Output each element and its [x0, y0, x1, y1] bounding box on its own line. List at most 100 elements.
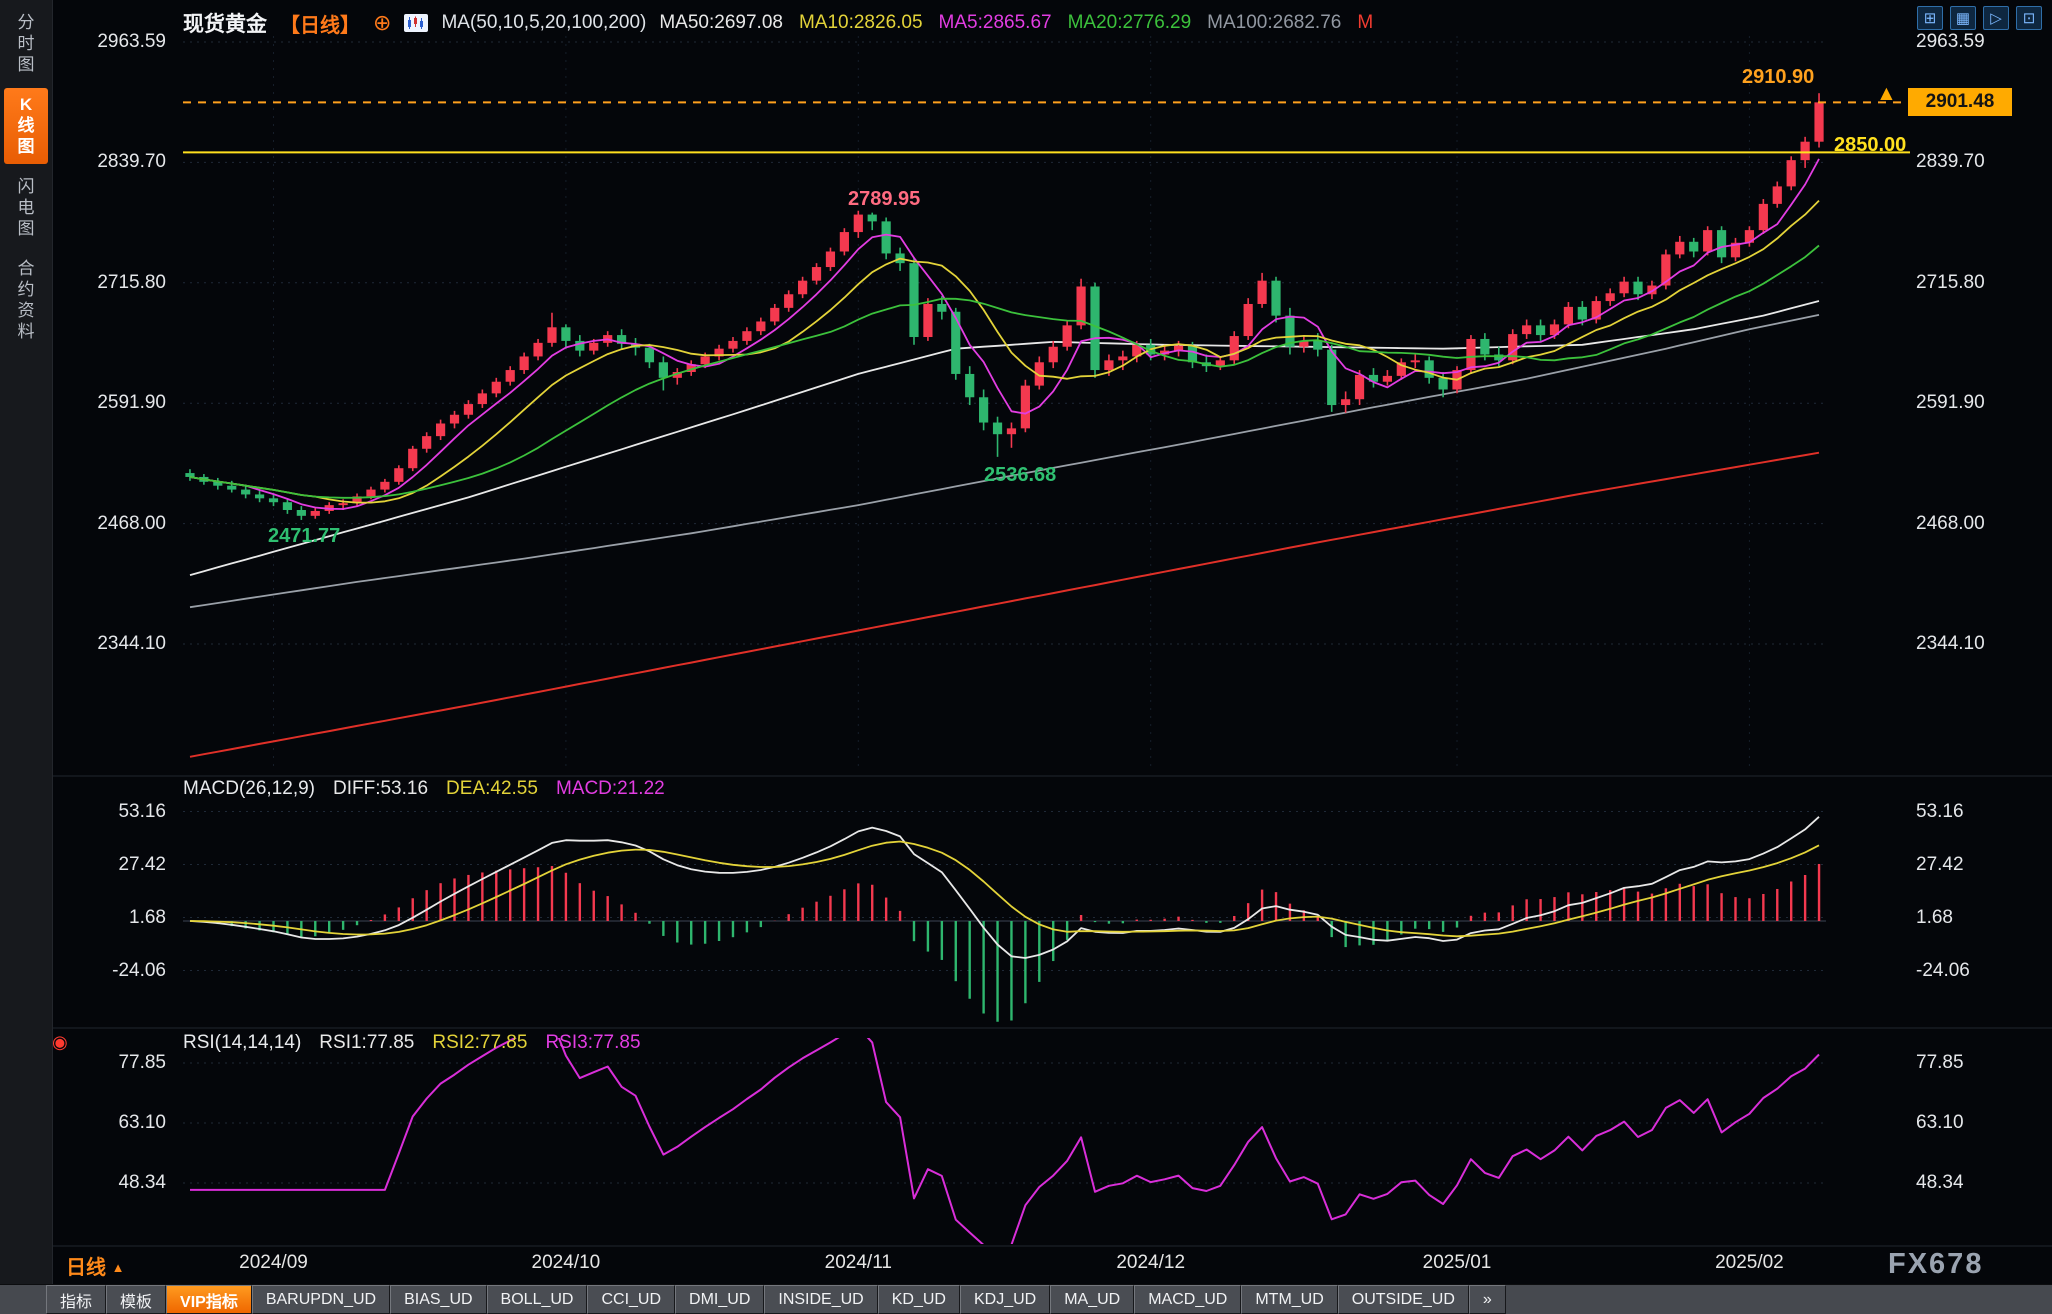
layout-toolbar: ⊞ ▦ ▷ ⊡: [1917, 6, 2042, 30]
ma-value: MA50:2697.08: [659, 12, 783, 34]
bottom-tab[interactable]: DMI_UD: [675, 1285, 764, 1314]
layout-grid-icon[interactable]: ⊞: [1917, 6, 1943, 30]
trading-terminal: 分时图 K线图闪电图合约资料 现货黄金 【日线】 ⊕ MA(50,10,5,20,…: [0, 0, 2052, 1314]
circle-plus-icon[interactable]: ⊕: [373, 13, 391, 33]
y-axis-label: 2715.80: [60, 272, 166, 294]
x-axis-label: 2025/01: [1387, 1252, 1527, 1274]
y-axis-label: 27.42: [60, 854, 166, 876]
macd-pane: [183, 812, 1826, 1022]
bottom-tab[interactable]: MTM_UD: [1241, 1285, 1337, 1314]
y-axis-label: 77.85: [1916, 1052, 1964, 1074]
layout-add-pane-icon[interactable]: ⊡: [2016, 6, 2042, 30]
macd-values-readout: DIFF:53.16 DEA:42.55 MACD:21.22: [333, 778, 665, 800]
sidebar-item-contract[interactable]: 合约资料: [4, 252, 48, 349]
macd-value: DEA:42.55: [446, 778, 538, 800]
layout-active-pane-icon[interactable]: ▷: [1983, 6, 2009, 30]
main-price-pane: [183, 36, 1826, 770]
bottom-tab[interactable]: MACD_UD: [1134, 1285, 1241, 1314]
sidebar-item-timeline[interactable]: 分时图: [4, 6, 48, 82]
ma-values-readout: MA50:2697.08 MA10:2826.05 MA5:2865.67 MA20:…: [659, 12, 1373, 34]
symbol-name: 现货黄金: [183, 8, 267, 38]
bottom-tab[interactable]: KDJ_UD: [960, 1285, 1050, 1314]
layout-panes-icon[interactable]: ▦: [1950, 6, 1976, 30]
price-up-arrow-icon: ▲: [1876, 82, 1897, 106]
y-axis-label: 27.42: [1916, 854, 1964, 876]
ma-settings-label: MA(50,10,5,20,100,200): [441, 12, 646, 34]
macd-value: DIFF:53.16: [333, 778, 428, 800]
y-axis-label: 48.34: [1916, 1172, 1964, 1194]
ma-value: MA100:2682.76: [1207, 12, 1341, 34]
chart-header: 现货黄金 【日线】 ⊕ MA(50,10,5,20,100,200) MA50:…: [183, 8, 1373, 38]
status-dot-icon: ◉: [52, 1032, 68, 1053]
bottom-tab[interactable]: 指标: [46, 1285, 106, 1314]
sidebar-item-kline[interactable]: K线图: [4, 88, 48, 164]
sidebar-item-flash[interactable]: 闪电图: [4, 170, 48, 246]
rsi-values-readout: RSI1:77.85 RSI2:77.85 RSI3:77.85: [319, 1032, 640, 1054]
left-sidebar: 分时图 K线图闪电图合约资料: [0, 0, 53, 1284]
price-annotation: 2789.95: [848, 188, 920, 211]
bottom-tab[interactable]: CCI_UD: [587, 1285, 675, 1314]
period-dropdown[interactable]: 日线 ▲: [66, 1251, 124, 1280]
price-annotation: 2910.90: [1742, 66, 1814, 89]
bottom-tab[interactable]: 模板: [106, 1285, 166, 1314]
x-axis-label: 2024/09: [204, 1252, 344, 1274]
y-axis-label: -24.06: [1916, 960, 1970, 982]
macd-title: MACD(26,12,9): [183, 778, 315, 800]
y-axis-label: 53.16: [60, 801, 166, 823]
bottom-tab[interactable]: BIAS_UD: [390, 1285, 486, 1314]
mini-kline-icon[interactable]: [404, 14, 428, 32]
y-axis-label: -24.06: [60, 960, 166, 982]
rsi-title: RSI(14,14,14): [183, 1032, 301, 1054]
ma-value: MA5:2865.67: [939, 12, 1052, 34]
rsi-value: RSI1:77.85: [319, 1032, 414, 1054]
price-annotation: 2536.68: [984, 464, 1056, 487]
price-annotation: 2471.77: [268, 525, 340, 548]
y-axis-label: 1.68: [1916, 907, 1953, 929]
y-axis-label: 2344.10: [60, 633, 166, 655]
last-price-badge: 2901.48: [1908, 88, 2012, 116]
x-axis-row: 日线 ▲ FX678 2024/09 2024/10 2024/11 2024/12 2…: [0, 1248, 2052, 1282]
y-axis-label: 2591.90: [1916, 392, 1985, 414]
bottom-tab[interactable]: INSIDE_UD: [764, 1285, 877, 1314]
macd-value: MACD:21.22: [556, 778, 665, 800]
period-tag: 【日线】: [280, 9, 360, 38]
y-axis-label: 1.68: [60, 907, 166, 929]
x-axis-label: 2024/12: [1081, 1252, 1221, 1274]
bottom-tab[interactable]: MA_UD: [1050, 1285, 1134, 1314]
ma-value: M: [1357, 12, 1373, 34]
bottom-tab[interactable]: KD_UD: [878, 1285, 960, 1314]
y-axis-label: 2715.80: [1916, 272, 1985, 294]
x-axis-label: 2024/10: [496, 1252, 636, 1274]
y-axis-label: 2839.70: [60, 151, 166, 173]
ma-value: MA10:2826.05: [799, 12, 923, 34]
y-axis-label: 2963.59: [1916, 31, 1985, 53]
y-axis-label: 2591.90: [60, 392, 166, 414]
rsi-pane: [183, 1021, 1826, 1251]
y-axis-label: 2344.10: [1916, 633, 1985, 655]
chevron-up-icon: ▲: [112, 1260, 125, 1275]
macd-header: MACD(26,12,9) DIFF:53.16 DEA:42.55 MACD:21…: [183, 778, 665, 800]
y-axis-label: 48.34: [60, 1172, 166, 1194]
y-axis-label: 77.85: [60, 1052, 166, 1074]
chart-canvas[interactable]: [0, 0, 2052, 1314]
y-axis-label: 53.16: [1916, 801, 1964, 823]
y-axis-label: 2468.00: [1916, 513, 1985, 535]
rsi-value: RSI3:77.85: [545, 1032, 640, 1054]
bottom-tab[interactable]: OUTSIDE_UD: [1338, 1285, 1469, 1314]
indicator-tab-bar: 指标模板VIP指标BARUPDN_UDBIAS_UDBOLL_UDCCI_UDD…: [0, 1284, 2052, 1314]
y-axis-label: 63.10: [60, 1112, 166, 1134]
rsi-header: RSI(14,14,14) RSI1:77.85 RSI2:77.85 RSI3:7…: [183, 1032, 641, 1054]
rsi-value: RSI2:77.85: [432, 1032, 527, 1054]
bottom-tab[interactable]: BARUPDN_UD: [252, 1285, 390, 1314]
ma-value: MA20:2776.29: [1068, 12, 1192, 34]
y-axis-label: 2468.00: [60, 513, 166, 535]
x-axis-label: 2025/02: [1679, 1252, 1819, 1274]
bottom-tab[interactable]: »: [1469, 1285, 1506, 1314]
bottom-tab[interactable]: BOLL_UD: [487, 1285, 588, 1314]
bottom-tab[interactable]: VIP指标: [166, 1285, 252, 1314]
candlestick-series: [185, 93, 1823, 520]
x-axis-label: 2024/11: [788, 1252, 928, 1274]
y-axis-label: 63.10: [1916, 1112, 1964, 1134]
y-axis-label: 2839.70: [1916, 151, 1985, 173]
watermark: FX678: [1888, 1248, 1983, 1281]
